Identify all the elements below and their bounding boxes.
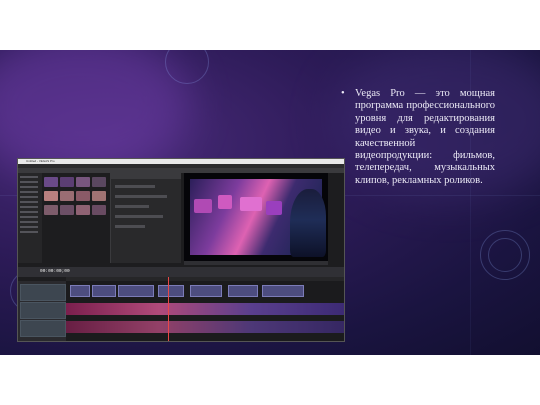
- timeline-tracks: [66, 281, 344, 341]
- bullet-symbol: •: [341, 88, 345, 99]
- letterbox-top: [0, 0, 540, 50]
- properties-panel: [110, 173, 181, 263]
- slide: • Vegas Pro — это мощная программа профе…: [0, 50, 540, 355]
- letterbox-bottom: [0, 355, 540, 405]
- timecode: 00:00:00;00: [40, 269, 70, 274]
- explorer-panel: [18, 173, 42, 263]
- effects-thumbnails: [44, 173, 110, 221]
- bullet-text: Vegas Pro — это мощная программа професс…: [355, 88, 495, 186]
- video-preview: [184, 173, 328, 261]
- timeline-header: 00:00:00;00: [18, 267, 344, 277]
- bullet-text-block: • Vegas Pro — это мощная программа профе…: [341, 88, 495, 187]
- vegas-screenshot: Untitled - VEGAS Pro 00:00:00;00: [17, 158, 345, 342]
- window-title: Untitled - VEGAS Pro: [26, 159, 55, 163]
- decorative-ring: [488, 238, 522, 272]
- person-silhouette: [290, 189, 326, 257]
- track-headers: [18, 281, 66, 341]
- preview-toolbar: [184, 261, 328, 265]
- playhead: [168, 277, 169, 341]
